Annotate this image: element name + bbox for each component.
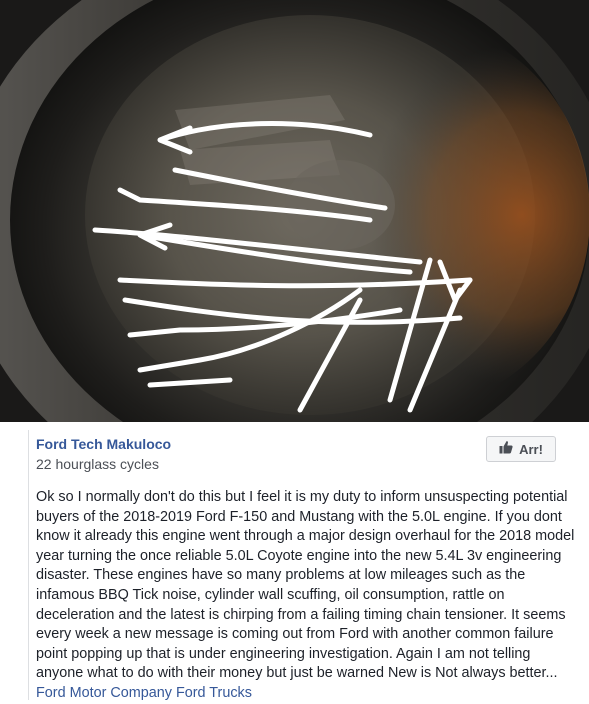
post-meta: 22 hourglass cycles (36, 456, 159, 472)
cylinder-photo-image (0, 0, 589, 422)
like-button-label: Arr! (519, 441, 543, 457)
post-body-text: Ok so I normally don't do this but I fee… (36, 489, 575, 682)
like-button[interactable]: Arr! (486, 436, 556, 462)
facebook-post: Ford Tech Makuloco 22 hourglass cycles A… (0, 0, 589, 701)
page-link-ford-trucks[interactable]: Ford Trucks (176, 685, 252, 701)
quote-divider (28, 430, 29, 700)
post-photo[interactable] (0, 0, 589, 422)
thumbs-up-icon (499, 440, 513, 459)
author-name[interactable]: Ford Tech Makuloco (36, 436, 171, 452)
post-body: Ok so I normally don't do this but I fee… (36, 488, 581, 704)
page-link-ford-motor-company[interactable]: Ford Motor Company (36, 685, 172, 701)
